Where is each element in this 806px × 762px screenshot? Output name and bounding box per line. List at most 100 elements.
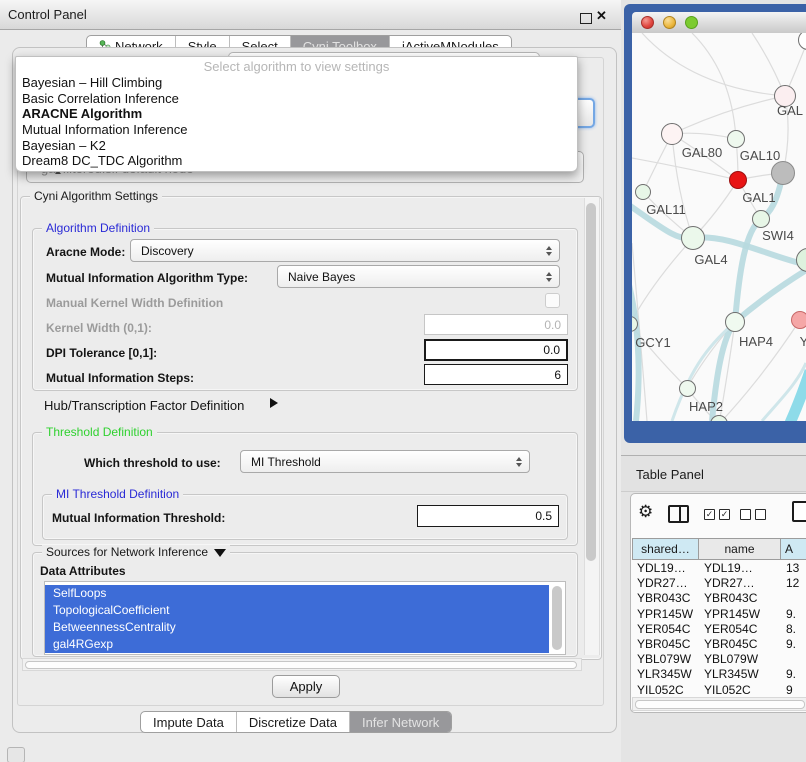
settings-horizontal-scrollbar[interactable] bbox=[22, 658, 582, 671]
table-row[interactable]: YPR145W YPR145W 9. bbox=[632, 607, 806, 622]
table-row[interactable]: YBL079W YBL079W bbox=[632, 652, 806, 667]
cell: YDL19… bbox=[632, 561, 699, 576]
aracne-mode-value: Discovery bbox=[141, 244, 194, 258]
cell: YBR043C bbox=[632, 591, 699, 606]
minimize-window-button[interactable] bbox=[663, 16, 676, 29]
column-header-partial[interactable]: A bbox=[781, 538, 806, 560]
list-scrollbar-thumb[interactable] bbox=[552, 586, 562, 650]
cell: 9 bbox=[781, 683, 806, 698]
select-all-icon[interactable]: ✓ ✓ bbox=[704, 509, 730, 520]
table-row[interactable]: YLR345W YLR345W 9. bbox=[632, 667, 806, 682]
collapse-arrow-icon[interactable] bbox=[214, 549, 226, 557]
popup-item-bayesian-hill-climbing[interactable]: Bayesian – Hill Climbing bbox=[16, 75, 577, 91]
columns-icon-divider bbox=[679, 507, 681, 521]
table-row[interactable]: YBR043C YBR043C bbox=[632, 591, 806, 606]
popup-item-dream8[interactable]: Dream8 DC_TDC Algorithm bbox=[16, 153, 577, 169]
dpi-tolerance-input[interactable]: 0.0 bbox=[424, 339, 568, 361]
table-row[interactable]: YDR27… YDR27… 12 bbox=[632, 576, 806, 591]
cell: 13 bbox=[781, 561, 806, 576]
unchecked-checkbox-icon bbox=[740, 509, 751, 520]
network-node-gal11[interactable] bbox=[635, 184, 651, 200]
cell: YIL052C bbox=[699, 683, 781, 698]
settings-vertical-scrollbar[interactable] bbox=[584, 198, 600, 655]
which-threshold-label: Which threshold to use: bbox=[84, 456, 221, 470]
cell: YBR043C bbox=[699, 591, 781, 606]
manual-kernel-width-checkbox[interactable] bbox=[545, 293, 560, 308]
gear-icon[interactable]: ⚙ bbox=[638, 503, 653, 520]
settings-hscrollbar-thumb[interactable] bbox=[25, 661, 577, 669]
node-label: HAP4 bbox=[739, 334, 773, 349]
kernel-width-input[interactable]: 0.0 bbox=[424, 314, 568, 335]
resize-grip[interactable] bbox=[7, 747, 25, 762]
network-window-titlebar[interactable] bbox=[632, 12, 806, 34]
list-item-gal4rgexp[interactable]: gal4RGexp bbox=[45, 636, 549, 653]
table-row[interactable]: YIL052C YIL052C 9 bbox=[632, 683, 806, 698]
file-icon[interactable] bbox=[792, 501, 806, 522]
kernel-width-value: 0.0 bbox=[544, 318, 561, 332]
list-item-topologicalcoefficient[interactable]: TopologicalCoefficient bbox=[45, 602, 549, 619]
tab-discretize-data[interactable]: Discretize Data bbox=[236, 712, 349, 732]
popup-item-aracne[interactable]: ARACNE Algorithm bbox=[16, 106, 577, 122]
column-header-shared-name[interactable]: shared… bbox=[632, 538, 699, 560]
network-node-swi4[interactable] bbox=[752, 210, 770, 228]
cell: YBR045C bbox=[632, 637, 699, 652]
node-label: GAL10 bbox=[740, 148, 780, 163]
cell: YLR345W bbox=[699, 667, 781, 682]
apply-button[interactable]: Apply bbox=[272, 675, 340, 698]
table-row[interactable]: YBR045C YBR045C 9. bbox=[632, 637, 806, 652]
node-label: HAP2 bbox=[689, 399, 723, 414]
cell: 9. bbox=[781, 637, 806, 652]
network-canvas[interactable]: GAL GAL80 GAL10 GAL1 GAL11 GAL4 SWI4 GCY… bbox=[632, 33, 806, 421]
application-window: Control Panel ✕ Network Style Select Cyn… bbox=[0, 0, 806, 762]
close-window-button[interactable] bbox=[641, 16, 654, 29]
deselect-all-icon[interactable] bbox=[740, 509, 766, 520]
tab-impute-data-label: Impute Data bbox=[153, 713, 224, 732]
cell: 8. bbox=[781, 622, 806, 637]
apply-button-label: Apply bbox=[290, 679, 323, 694]
tab-impute-data[interactable]: Impute Data bbox=[141, 712, 236, 732]
network-node-gal4[interactable] bbox=[681, 226, 705, 250]
network-node-hap4[interactable] bbox=[725, 312, 745, 332]
network-node-gray[interactable] bbox=[771, 161, 795, 185]
settings-scrollbar-thumb[interactable] bbox=[586, 203, 596, 561]
cyni-bottom-tabs: Impute Data Discretize Data Infer Networ… bbox=[140, 711, 452, 733]
mi-threshold-group-title: MI Threshold Definition bbox=[52, 487, 183, 501]
node-label: Y bbox=[800, 334, 806, 349]
maximize-window-button[interactable] bbox=[685, 16, 698, 29]
which-threshold-combobox[interactable]: MI Threshold bbox=[240, 450, 530, 473]
popup-item-bayesian-k2[interactable]: Bayesian – K2 bbox=[16, 138, 577, 154]
cyni-settings-title: Cyni Algorithm Settings bbox=[30, 189, 162, 203]
cell bbox=[781, 652, 806, 667]
mi-threshold-input[interactable]: 0.5 bbox=[417, 505, 559, 527]
table-row[interactable]: YER054C YER054C 8. bbox=[632, 622, 806, 637]
popup-item-mutual-information[interactable]: Mutual Information Inference bbox=[16, 122, 577, 138]
network-node-hap2[interactable] bbox=[679, 380, 696, 397]
popup-item-basic-correlation[interactable]: Basic Correlation Inference bbox=[16, 91, 577, 107]
table-horizontal-scrollbar[interactable] bbox=[632, 697, 806, 711]
table-hscrollbar-thumb[interactable] bbox=[635, 700, 805, 709]
float-window-icon[interactable] bbox=[580, 13, 592, 24]
aracne-mode-label: Aracne Mode: bbox=[46, 245, 125, 259]
network-node-gal10[interactable] bbox=[727, 130, 745, 148]
mi-steps-input[interactable]: 6 bbox=[424, 364, 568, 385]
node-label: GAL1 bbox=[742, 190, 775, 205]
list-item-selfloops[interactable]: SelfLoops bbox=[45, 585, 549, 602]
table-row[interactable]: YDL19… YDL19… 13 bbox=[632, 561, 806, 576]
expand-arrow-icon[interactable] bbox=[270, 398, 278, 408]
data-attributes-label: Data Attributes bbox=[40, 564, 126, 578]
popup-placeholder: Select algorithm to view settings bbox=[16, 59, 577, 75]
list-item-betweennesscentrality[interactable]: BetweennessCentrality bbox=[45, 619, 549, 636]
node-label: GAL11 bbox=[646, 202, 686, 217]
network-node-gal1-selected[interactable] bbox=[729, 171, 747, 189]
network-node-gal80[interactable] bbox=[661, 123, 683, 145]
mi-algorithm-type-combobox[interactable]: Naive Bayes bbox=[277, 265, 560, 288]
aracne-mode-combobox[interactable]: Discovery bbox=[130, 239, 560, 262]
network-node-y[interactable] bbox=[791, 311, 806, 329]
column-header-name[interactable]: name bbox=[699, 538, 781, 560]
columns-icon[interactable] bbox=[668, 505, 689, 523]
node-label: GCY1 bbox=[635, 335, 670, 350]
close-icon[interactable]: ✕ bbox=[596, 8, 607, 24]
table-panel-title: Table Panel bbox=[636, 467, 704, 482]
table-body: YDL19… YDL19… 13 YDR27… YDR27… 12 YBR043… bbox=[632, 561, 806, 697]
tab-infer-network[interactable]: Infer Network bbox=[349, 712, 451, 732]
